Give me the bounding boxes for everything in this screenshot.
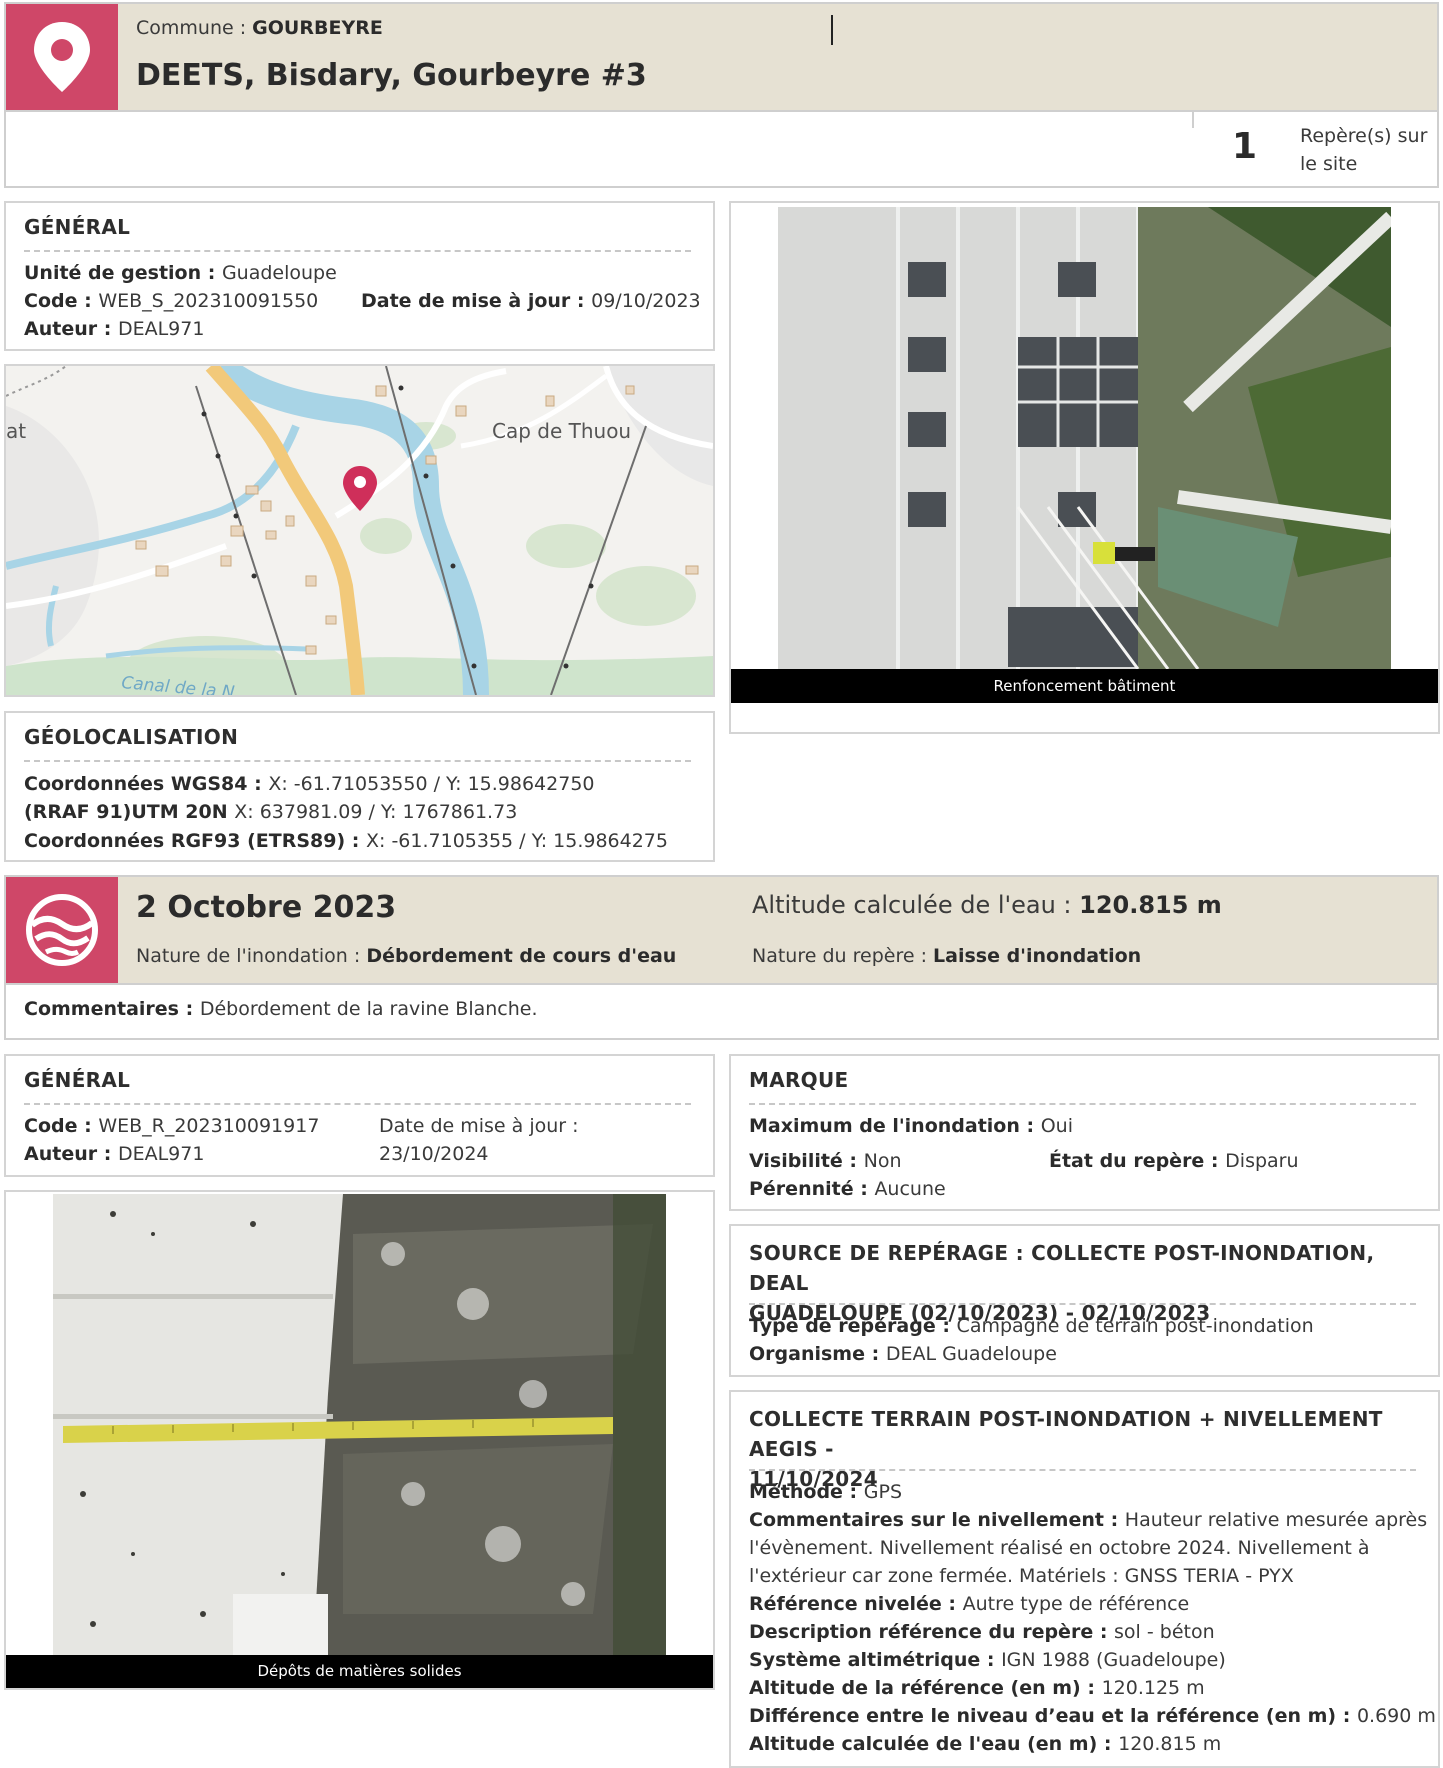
commune-label: Commune : <box>136 17 253 39</box>
systeme-altimetrique-line: Système altimétrique : IGN 1988 (Guadelo… <box>749 1649 1226 1671</box>
marker-general-title: GÉNÉRAL <box>24 1068 131 1092</box>
flood-nature-line: Nature de l'inondation : Débordement de … <box>136 945 677 967</box>
methode-line: Méthode : GPS <box>749 1481 903 1503</box>
map-canvas: at Cap de Thuou Canal de la N <box>6 366 713 695</box>
visibilite-line: Visibilité : Non <box>749 1150 902 1172</box>
site-title: DEETS, Bisdary, Gourbeyre #3 <box>136 58 647 93</box>
difference-line: Différence entre le niveau d’eau et la r… <box>749 1705 1436 1727</box>
marker-date-value: 23/10/2024 <box>379 1143 489 1165</box>
date-line: Date de mise à jour : 09/10/2023 <box>361 290 701 312</box>
summary-divider <box>1192 110 1194 128</box>
source-panel: SOURCE DE REPÉRAGE : COLLECTE POST-INOND… <box>729 1224 1440 1377</box>
marker-photo-caption: Dépôts de matières solides <box>6 1655 713 1688</box>
reference-nivelee-line: Référence nivelée : Autre type de référe… <box>749 1593 1190 1615</box>
divider <box>749 1303 1416 1305</box>
nivellement-panel: COLLECTE TERRAIN POST-INONDATION + NIVEL… <box>729 1390 1440 1768</box>
site-photo-image <box>778 207 1391 669</box>
divider <box>24 760 691 762</box>
event-header-icon-block <box>6 877 118 983</box>
comments-line: Commentaires : Débordement de la ravine … <box>24 998 538 1020</box>
marker-auteur-line: Auteur : DEAL971 <box>24 1143 205 1165</box>
commune-line: Commune : GOURBEYRE <box>136 17 383 39</box>
site-header: Commune : GOURBEYRE DEETS, Bisdary, Gour… <box>4 2 1439 112</box>
perennite-line: Pérennité : Aucune <box>749 1178 946 1200</box>
site-photo-caption: Renfoncement bâtiment <box>731 669 1438 703</box>
marque-panel: MARQUE Maximum de l'inondation : Oui Vis… <box>729 1054 1440 1211</box>
description-reference-line: Description référence du repère : sol - … <box>749 1621 1215 1643</box>
marque-title: MARQUE <box>749 1068 849 1092</box>
flood-wave-icon <box>26 894 98 966</box>
auteur-line: Auteur : DEAL971 <box>24 318 205 340</box>
event-date: 2 Octobre 2023 <box>136 890 397 925</box>
marker-photo-image <box>53 1194 666 1655</box>
site-summary-bar: 1 Repère(s) sur le site <box>4 110 1439 188</box>
site-photo[interactable] <box>778 207 1391 669</box>
geolocation-title: GÉOLOCALISATION <box>24 725 239 749</box>
marker-photo[interactable] <box>53 1194 666 1655</box>
site-general-title: GÉNÉRAL <box>24 215 131 239</box>
map-label-place: Cap de Thuou <box>492 419 631 443</box>
marker-code-line: Code : WEB_R_202310091917 <box>24 1115 320 1137</box>
comments-bar: Commentaires : Débordement de la ravine … <box>4 983 1439 1040</box>
unite-line: Unité de gestion : Guadeloupe <box>24 262 337 284</box>
wgs84-line: Coordonnées WGS84 : X: -61.71053550 / Y:… <box>24 773 595 795</box>
text-cursor <box>831 15 833 45</box>
commune-value: GOURBEYRE <box>252 17 383 39</box>
event-header: 2 Octobre 2023 Nature de l'inondation : … <box>4 875 1439 985</box>
marker-nature-line: Nature du repère : Laisse d'inondation <box>752 945 1142 967</box>
geolocation-panel: GÉOLOCALISATION Coordonnées WGS84 : X: -… <box>4 711 715 862</box>
altitude-calculee-line: Altitude calculée de l'eau (en m) : 120.… <box>749 1733 1222 1755</box>
map-pin-icon <box>34 22 90 92</box>
site-general-panel: GÉNÉRAL Unité de gestion : Guadeloupe Co… <box>4 201 715 351</box>
nivellement-comments-line3: l'extérieur car zone fermée. Matériels :… <box>749 1565 1294 1587</box>
nivellement-comments-line1: Commentaires sur le nivellement : Hauteu… <box>749 1509 1428 1531</box>
rgf93-line: Coordonnées RGF93 (ETRS89) : X: -61.7105… <box>24 830 668 852</box>
nivellement-comments-line2: l'évènement. Nivellement réalisé en octo… <box>749 1537 1370 1559</box>
utm-line: (RRAF 91)UTM 20N X: 637981.09 / Y: 17678… <box>24 801 518 823</box>
site-header-icon-block <box>6 4 118 110</box>
etat-line: État du repère : Disparu <box>1049 1150 1299 1172</box>
water-altitude-line: Altitude calculée de l'eau : 120.815 m <box>752 891 1222 919</box>
divider <box>24 250 691 252</box>
map-label-left: at <box>6 419 26 443</box>
site-photo-panel: Renfoncement bâtiment <box>729 201 1440 734</box>
type-reperage-line: Type de repérage : Campagne de terrain p… <box>749 1315 1314 1337</box>
divider <box>749 1103 1416 1105</box>
site-map[interactable]: at Cap de Thuou Canal de la N <box>4 364 715 697</box>
marker-count: 1 <box>1232 126 1258 167</box>
altitude-reference-line: Altitude de la référence (en m) : 120.12… <box>749 1677 1205 1699</box>
code-line: Code : WEB_S_202310091550 <box>24 290 319 312</box>
marker-count-label: Repère(s) sur le site <box>1300 125 1428 175</box>
max-inondation-line: Maximum de l'inondation : Oui <box>749 1115 1073 1137</box>
marker-general-panel: GÉNÉRAL Code : WEB_R_202310091917 Auteur… <box>4 1054 715 1177</box>
divider <box>749 1469 1416 1471</box>
marker-photo-panel: Dépôts de matières solides <box>4 1190 715 1690</box>
divider <box>24 1103 691 1105</box>
organisme-line: Organisme : DEAL Guadeloupe <box>749 1343 1057 1365</box>
marker-date-label: Date de mise à jour : <box>379 1115 579 1137</box>
